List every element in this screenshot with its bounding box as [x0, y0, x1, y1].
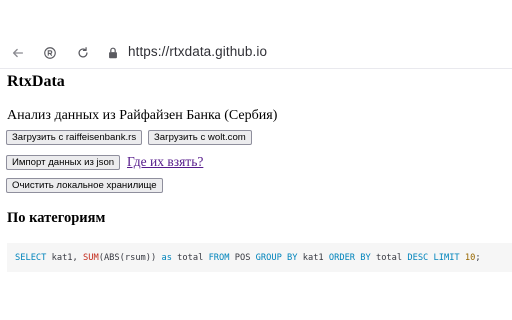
sql-text: kat1: [297, 253, 329, 263]
load-wolt-button[interactable]: Загрузить с wolt.com: [148, 130, 252, 145]
sql-keyword: ORDER BY: [328, 253, 371, 263]
sql-keyword: LIMIT: [433, 253, 460, 263]
sql-query-block: SELECT kat1, SUM(ABS(rsum)) as total FRO…: [7, 243, 512, 272]
sql-text: kat1,: [46, 253, 84, 263]
clear-storage-button[interactable]: Очистить локальное хранилище: [6, 178, 163, 193]
sql-function: SUM: [83, 253, 99, 263]
sql-keyword: FROM: [208, 253, 230, 263]
sql-keyword: as: [161, 253, 172, 263]
sql-keyword: GROUP BY: [255, 253, 298, 263]
sql-text: total: [171, 253, 209, 263]
load-raiffeisen-button[interactable]: Загрузить с raiffeisenbank.rs: [6, 130, 143, 145]
sql-text: total: [370, 253, 408, 263]
page-content: RtxData Анализ данных из Райфайзен Банка…: [0, 69, 512, 320]
sql-text: ;: [475, 253, 481, 263]
back-arrow-icon: [12, 48, 24, 58]
sql-number: 10: [464, 253, 476, 263]
import-json-button[interactable]: Импорт данных из json: [6, 155, 121, 170]
page-subtitle: Анализ данных из Райфайзен Банка (Сербия…: [7, 108, 278, 123]
sql-text: POS: [229, 253, 256, 263]
sql-keyword: DESC: [407, 253, 429, 263]
section-title: По категориям: [7, 210, 106, 226]
tracking-protection-button[interactable]: [40, 43, 60, 63]
address-bar-url[interactable]: https://rtxdata.github.io: [128, 44, 267, 59]
site-info-button[interactable]: [103, 43, 123, 63]
lock-icon: [109, 47, 117, 59]
sql-text: (ABS(rsum)): [98, 253, 162, 263]
sql-keyword: SELECT: [15, 253, 47, 263]
reload-icon: [78, 47, 88, 58]
where-to-get-link[interactable]: Где их взять?: [127, 154, 203, 170]
reload-button[interactable]: [73, 43, 93, 63]
back-button[interactable]: [8, 43, 28, 63]
shield-icon: [44, 47, 56, 59]
browser-toolbar: https://rtxdata.github.io: [0, 38, 512, 69]
page-title: RtxData: [7, 73, 65, 90]
